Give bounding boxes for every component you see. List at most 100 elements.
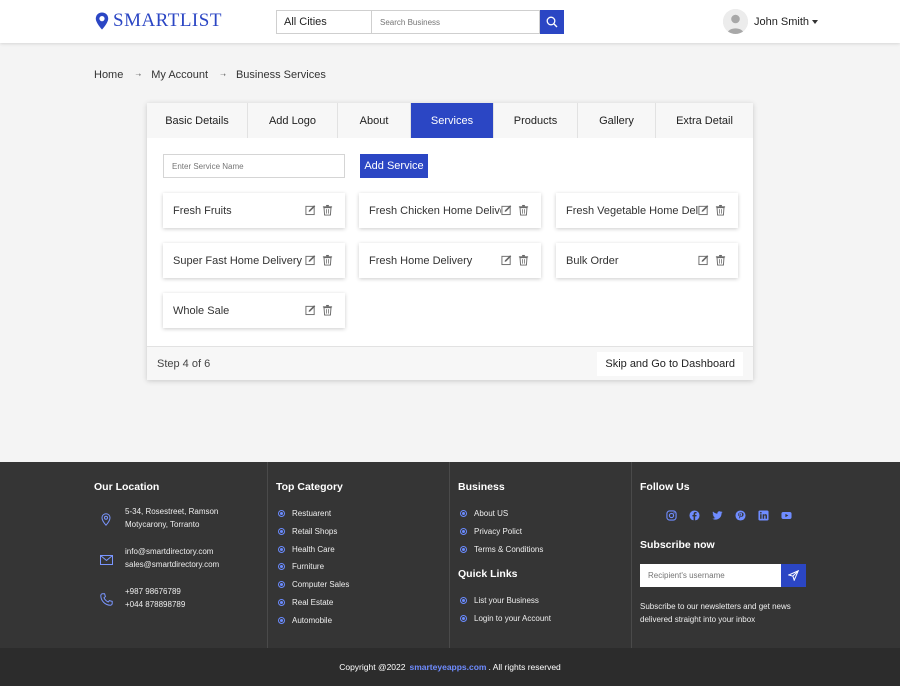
business-link[interactable]: Terms & Conditions [460, 545, 543, 554]
location-heading: Our Location [94, 481, 160, 493]
service-item: Fresh Fruits [163, 193, 345, 228]
arrow-right-icon: ➝ [135, 72, 142, 79]
quick-link[interactable]: List your Business [460, 596, 539, 605]
pinterest-icon[interactable] [735, 510, 746, 521]
twitter-icon[interactable] [712, 510, 723, 521]
category-link[interactable]: Restuarent [278, 509, 331, 518]
bullet-icon [460, 597, 467, 604]
edit-icon[interactable] [501, 204, 512, 216]
trash-icon[interactable] [322, 304, 333, 316]
address: 5-34, Rosestreet, Ramson Motycarony, Tor… [125, 507, 219, 529]
service-item: Fresh Chicken Home Delivery [359, 193, 541, 228]
user-menu[interactable]: John Smith [723, 9, 819, 34]
quick-links-heading: Quick Links [458, 568, 518, 580]
category-link[interactable]: Health Care [278, 545, 335, 554]
subscribe-button[interactable] [781, 564, 806, 587]
copyright-site-link[interactable]: smarteyeapps.com [409, 662, 486, 672]
site-footer: Our Location 5-34, Rosestreet, Ramson Mo… [0, 462, 900, 648]
phone-icon [100, 593, 113, 606]
bullet-icon [278, 599, 285, 606]
bullet-icon [460, 528, 467, 535]
service-name: Super Fast Home Delivery [173, 254, 302, 267]
trash-icon[interactable] [715, 204, 726, 216]
trash-icon[interactable] [518, 254, 529, 266]
category-link[interactable]: Retail Shops [278, 527, 337, 536]
quick-link[interactable]: Login to your Account [460, 614, 551, 623]
subscribe-description: Subscribe to our newsletters and get new… [640, 602, 791, 624]
edit-icon[interactable] [698, 204, 709, 216]
phones: +987 98676789 +044 878898789 [125, 587, 186, 609]
trash-icon[interactable] [518, 204, 529, 216]
location-pin-icon [95, 12, 109, 30]
service-item: Bulk Order [556, 243, 738, 278]
bullet-icon [460, 546, 467, 553]
bullet-icon [460, 510, 467, 517]
youtube-icon[interactable] [781, 510, 792, 521]
service-name-input[interactable] [163, 154, 345, 178]
trash-icon[interactable] [322, 204, 333, 216]
service-name: Fresh Fruits [173, 204, 232, 217]
bullet-icon [278, 581, 285, 588]
tab-services[interactable]: Services [411, 103, 494, 138]
edit-icon[interactable] [305, 304, 316, 316]
copyright-bar: Copyright @2022 smarteyeapps.com . All r… [0, 648, 900, 686]
category-link[interactable]: Computer Sales [278, 580, 349, 589]
tab-extra-detail[interactable]: Extra Detail [656, 103, 753, 138]
subscribe-form [640, 564, 806, 587]
bullet-icon [278, 528, 285, 535]
search-button[interactable] [540, 10, 564, 34]
chevron-down-icon [812, 19, 819, 24]
add-service-button[interactable]: Add Service [360, 154, 428, 178]
subscribe-input[interactable] [640, 564, 781, 587]
user-avatar-icon [723, 9, 748, 34]
business-link[interactable]: Privacy Polict [460, 527, 522, 536]
social-links [666, 510, 792, 521]
tab-products[interactable]: Products [494, 103, 578, 138]
edit-icon[interactable] [501, 254, 512, 266]
trash-icon[interactable] [715, 254, 726, 266]
follow-us-heading: Follow Us [640, 481, 690, 493]
breadcrumb-my-account[interactable]: My Account [151, 69, 208, 81]
service-name: Fresh Vegetable Home Delivery [566, 204, 698, 217]
tab-gallery[interactable]: Gallery [578, 103, 656, 138]
service-name: Fresh Chicken Home Delivery [369, 204, 501, 217]
map-pin-icon [101, 513, 111, 526]
service-item: Fresh Vegetable Home Delivery [556, 193, 738, 228]
category-link[interactable]: Automobile [278, 616, 332, 625]
bullet-icon [460, 615, 467, 622]
business-heading: Business [458, 481, 505, 493]
arrow-right-icon: ➝ [220, 72, 226, 79]
city-select[interactable]: All Cities [276, 10, 372, 34]
service-actions [305, 304, 333, 316]
tab-add-logo[interactable]: Add Logo [248, 103, 338, 138]
instagram-icon[interactable] [666, 510, 677, 521]
breadcrumb-home[interactable]: Home [94, 69, 123, 81]
emails: info@smartdirectory.com sales@smartdirec… [125, 547, 220, 569]
search-bar: All Cities [276, 10, 564, 34]
tab-about[interactable]: About [338, 103, 411, 138]
linkedin-icon[interactable] [758, 510, 769, 521]
logo[interactable]: SMARTLIST [95, 10, 222, 32]
services-card: Basic Details Add Logo About Services Pr… [147, 103, 753, 380]
service-item: Fresh Home Delivery [359, 243, 541, 278]
bullet-icon [278, 510, 285, 517]
edit-icon[interactable] [305, 204, 316, 216]
service-name: Bulk Order [566, 254, 619, 267]
add-service-row: Add Service [163, 154, 428, 178]
service-actions [501, 254, 529, 266]
user-name: John Smith [754, 15, 810, 28]
facebook-icon[interactable] [689, 510, 700, 521]
category-link[interactable]: Real Estate [278, 598, 333, 607]
category-link[interactable]: Furniture [278, 562, 324, 571]
edit-icon[interactable] [305, 254, 316, 266]
edit-icon[interactable] [698, 254, 709, 266]
business-link[interactable]: About US [460, 509, 508, 518]
tab-basic-details[interactable]: Basic Details [147, 103, 248, 138]
avatar [723, 9, 748, 34]
service-item: Whole Sale [163, 293, 345, 328]
service-actions [305, 204, 333, 216]
trash-icon[interactable] [322, 254, 333, 266]
search-input[interactable] [372, 10, 540, 34]
top-header: SMARTLIST All Cities John Smith [0, 0, 900, 43]
skip-to-dashboard-button[interactable]: Skip and Go to Dashboard [597, 352, 743, 376]
